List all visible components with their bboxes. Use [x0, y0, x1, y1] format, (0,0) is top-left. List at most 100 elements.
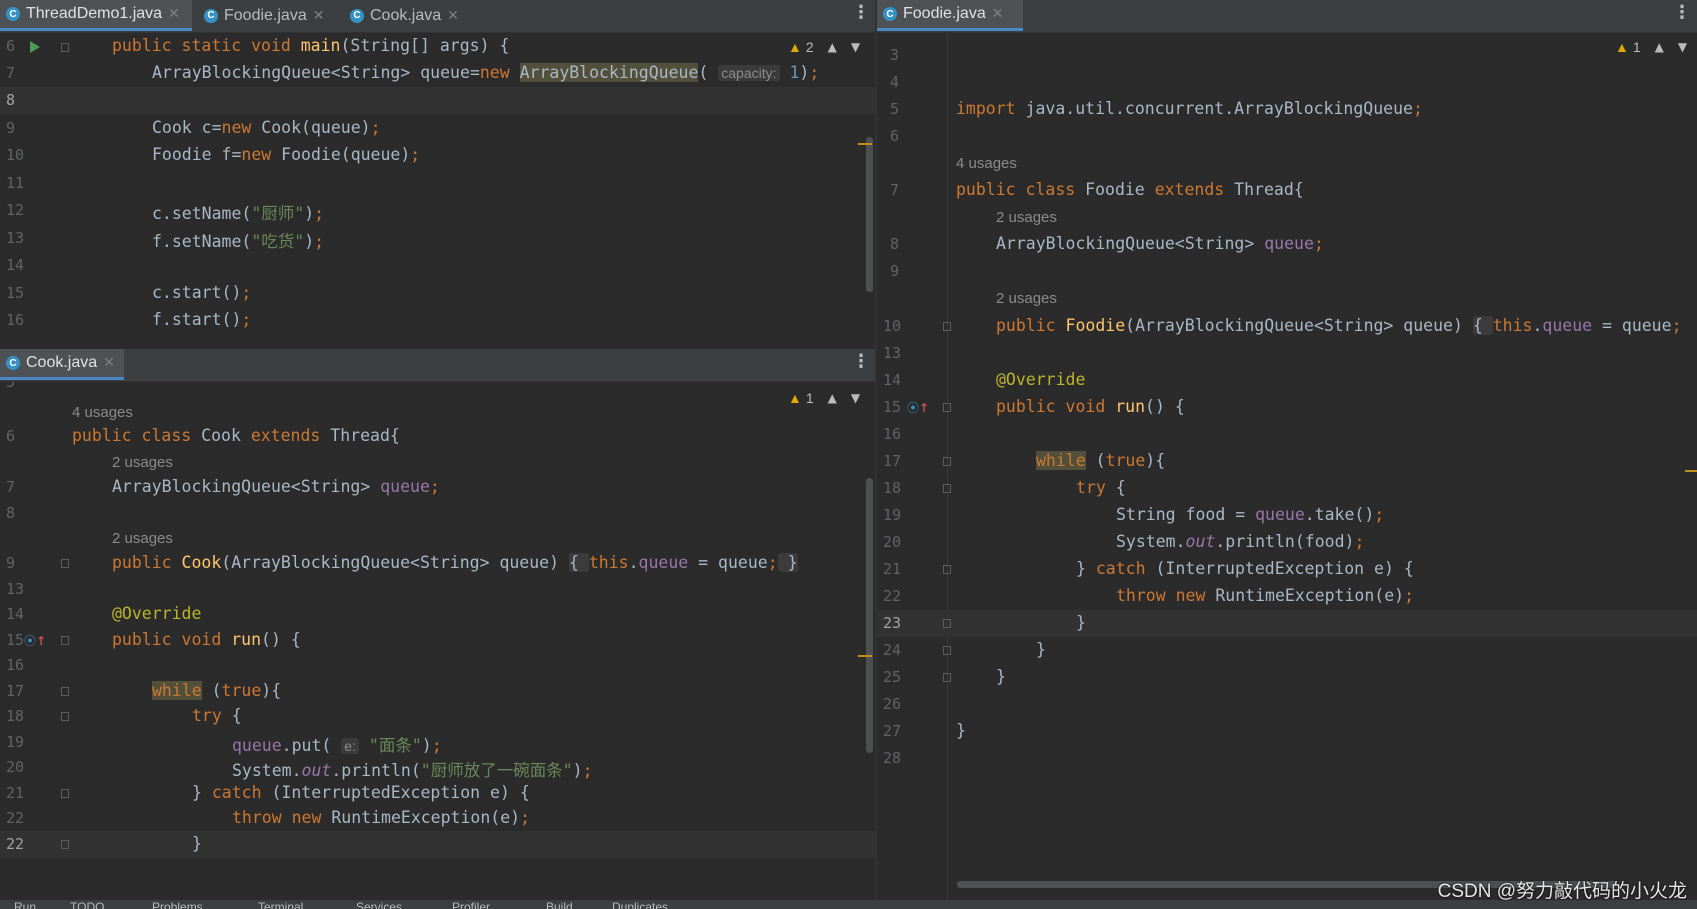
line-number: 7 — [6, 478, 16, 496]
fold-icon[interactable] — [61, 840, 69, 849]
line-number: 22 — [6, 835, 25, 853]
fold-icon[interactable] — [61, 687, 69, 696]
tool-duplicates[interactable]: Duplicates — [612, 900, 668, 909]
tool-services[interactable]: Services — [356, 900, 402, 909]
main-editor[interactable]: ▲ 2 ▲ ▼ 6 public static void main(String… — [0, 33, 875, 347]
code-text: public Foodie(ArrayBlockingQueue<String>… — [996, 316, 1682, 335]
code-text: @Override — [996, 370, 1086, 389]
tab-threaddemo1[interactable]: C ThreadDemo1.java ✕ — [0, 0, 192, 31]
code-text: } — [956, 721, 966, 740]
line-number: 8 — [6, 91, 16, 109]
line-number: 10 — [6, 146, 25, 164]
tab-cook-bottom[interactable]: C Cook.java ✕ — [0, 349, 124, 380]
fold-icon[interactable] — [943, 484, 951, 493]
close-icon[interactable]: ✕ — [168, 6, 180, 22]
class-icon: C — [204, 8, 218, 23]
fold-icon[interactable] — [61, 559, 69, 568]
code-text: } — [1036, 640, 1046, 659]
line-number: 16 — [6, 311, 25, 329]
usage-hint[interactable]: 2 usages — [996, 209, 1057, 226]
code-line: 18 try { — [0, 703, 875, 730]
current-line: 8 — [0, 87, 875, 114]
code-text: f.setName("吃货"); — [152, 232, 325, 251]
tool-run[interactable]: Run — [14, 900, 36, 909]
code-line: 4 — [877, 69, 1697, 96]
code-line: 10 public Foodie(ArrayBlockingQueue<Stri… — [877, 313, 1697, 340]
fold-icon[interactable] — [943, 403, 951, 412]
more-options-icon[interactable]: ⋮ — [1673, 2, 1691, 23]
usage-hint[interactable]: 2 usages — [112, 454, 173, 471]
code-line: 14 @Override — [0, 601, 875, 628]
code-text: public class Cook extends Thread{ — [72, 426, 400, 445]
code-line: 16 — [877, 421, 1697, 448]
run-icon[interactable] — [30, 41, 40, 53]
line-number: 23 — [883, 614, 902, 632]
close-icon[interactable]: ✕ — [313, 8, 325, 24]
fold-icon[interactable] — [943, 322, 951, 331]
code-line: 7 ArrayBlockingQueue<String> queue=new A… — [0, 60, 875, 87]
tab-foodie[interactable]: C Foodie.java ✕ — [198, 0, 332, 31]
tab-label: Cook.java — [370, 6, 442, 24]
foodie-editor[interactable]: ▲ 1 ▲ ▼ 3 4 5 import java.util.concurren… — [877, 33, 1697, 899]
string-literal: "吃货" — [251, 232, 305, 251]
code-text: System.out.println("厨师放了一碗面条"); — [232, 761, 593, 780]
fold-icon[interactable] — [943, 646, 951, 655]
fold-icon[interactable] — [61, 43, 69, 52]
line-number: 17 — [883, 452, 902, 470]
line-number: 6 — [890, 127, 900, 145]
usage-hint[interactable]: 4 usages — [72, 404, 133, 421]
code-text: public void run() { — [112, 630, 301, 649]
close-icon[interactable]: ✕ — [103, 355, 115, 371]
line-number: 19 — [6, 733, 25, 751]
tab-label: Cook.java — [26, 354, 98, 371]
param-hint: capacity: — [718, 65, 780, 81]
code-text: c.start(); — [152, 283, 252, 302]
code-line: 12 c.setName("厨师"); — [0, 197, 875, 224]
class-icon: C — [883, 7, 897, 21]
code-line: 13 — [877, 340, 1697, 367]
tool-problems[interactable]: Problems — [152, 900, 203, 909]
top-left-tabbar: C ThreadDemo1.java ✕ C Foodie.java ✕ C C… — [0, 0, 875, 33]
close-icon[interactable]: ✕ — [992, 6, 1004, 22]
cook-editor[interactable]: ▲ 1 ▲ ▼ 5 4 usages 6 public class Cook e… — [0, 382, 875, 899]
tool-build[interactable]: Build — [546, 900, 573, 909]
tab-foodie-right[interactable]: C Foodie.java ✕ — [877, 0, 1023, 31]
more-options-icon[interactable]: ⋮ — [852, 351, 870, 372]
fold-icon[interactable] — [943, 619, 951, 628]
more-options-icon[interactable]: ⋮ — [852, 2, 870, 23]
code-line: 14 — [0, 252, 875, 279]
code-text: ArrayBlockingQueue<String> queue; — [996, 234, 1324, 253]
override-icon[interactable]: ⦿↑ — [24, 632, 46, 649]
cook-tabbar: C Cook.java ✕ ⋮ — [0, 349, 875, 382]
tool-profiler[interactable]: Profiler — [452, 900, 490, 909]
usage-line: 2 usages — [877, 285, 1697, 312]
line-number: 22 — [6, 809, 25, 827]
tool-todo[interactable]: TODO — [70, 900, 104, 909]
usage-hint[interactable]: 4 usages — [956, 155, 1017, 172]
fold-icon[interactable] — [943, 673, 951, 682]
fold-icon[interactable] — [61, 712, 69, 721]
fold-icon[interactable] — [61, 636, 69, 645]
code-line: 9 Cook c=new Cook(queue); — [0, 115, 875, 142]
override-icon[interactable]: ⦿↑ — [907, 399, 929, 416]
code-line: 11 — [0, 170, 875, 197]
code-line: 15 c.start(); — [0, 280, 875, 307]
code-text: Foodie f=new Foodie(queue); — [152, 145, 421, 164]
usage-hint[interactable]: 2 usages — [112, 530, 173, 547]
code-line: 17 while (true){ — [0, 678, 875, 705]
line-number: 9 — [6, 554, 16, 572]
line-number: 11 — [6, 174, 25, 192]
string-literal: "厨师" — [251, 204, 305, 223]
line-number: 16 — [6, 656, 25, 674]
fold-icon[interactable] — [943, 457, 951, 466]
code-line: 6 public class Cook extends Thread{ — [0, 423, 875, 450]
line-number: 20 — [6, 758, 25, 776]
tab-cook[interactable]: C Cook.java ✕ — [344, 0, 470, 31]
close-icon[interactable]: ✕ — [447, 8, 459, 24]
tool-terminal[interactable]: Terminal — [258, 900, 303, 909]
fold-icon[interactable] — [943, 565, 951, 574]
fold-icon[interactable] — [61, 789, 69, 798]
line-number: 15 — [883, 398, 902, 416]
usage-hint[interactable]: 2 usages — [996, 290, 1057, 307]
code-text: throw new RuntimeException(e); — [232, 808, 531, 827]
